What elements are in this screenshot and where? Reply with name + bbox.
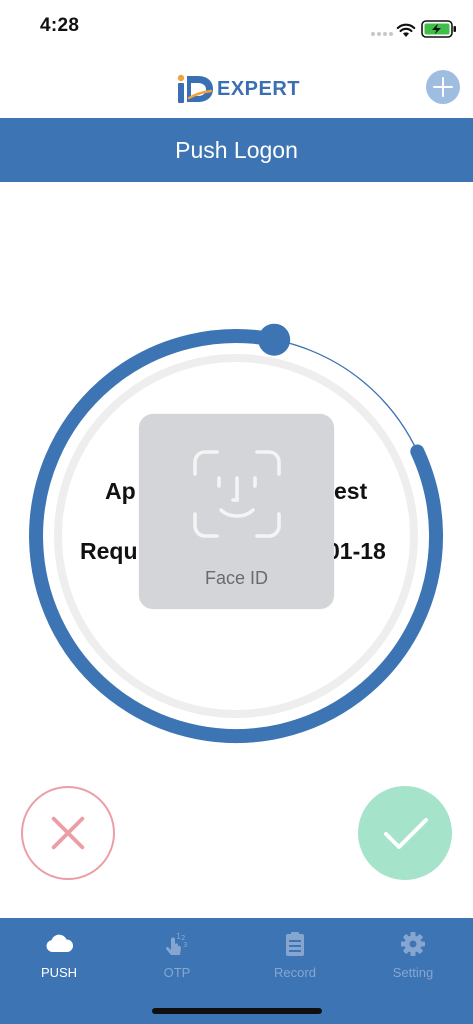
status-bar: 4:28 (0, 0, 473, 54)
title-bar: Push Logon (0, 118, 473, 182)
wifi-icon (396, 23, 416, 37)
signal-dots-icon (371, 32, 393, 36)
tab-record-label: Record (274, 965, 316, 980)
home-indicator (152, 1008, 322, 1014)
faceid-overlay: Face ID (139, 414, 334, 609)
add-button[interactable] (426, 70, 460, 104)
reject-button[interactable] (21, 786, 115, 880)
app-logo: EXPERT (176, 74, 300, 104)
tab-push-label: PUSH (40, 965, 78, 980)
app-header: EXPERT (0, 54, 473, 118)
tab-otp[interactable]: 1 2 3 OTP (118, 918, 236, 988)
logo-text: EXPERT (217, 77, 301, 100)
tab-otp-label: OTP (163, 965, 191, 980)
clipboard-icon (286, 932, 304, 956)
svg-text:3: 3 (183, 941, 187, 949)
gear-icon (401, 932, 425, 956)
id-logo-icon (177, 74, 213, 103)
checkmark-icon (384, 818, 428, 849)
request-app-left: Ap (105, 478, 136, 504)
faceid-label: Face ID (204, 568, 269, 588)
touch-otp-icon: 1 2 3 (165, 932, 187, 955)
tab-record[interactable]: Record (236, 918, 354, 988)
close-icon (51, 816, 85, 850)
tab-setting[interactable]: Setting (354, 918, 472, 988)
page-title: Push Logon (175, 136, 298, 163)
status-time: 4:28 (40, 15, 80, 36)
ring-knob (258, 323, 291, 356)
request-time-left: Requ (80, 538, 138, 564)
tab-push[interactable]: PUSH (0, 918, 118, 988)
battery-charging-icon (421, 20, 456, 38)
cloud-icon (46, 934, 74, 952)
accept-button[interactable] (358, 786, 452, 880)
tab-setting-label: Setting (392, 965, 434, 980)
request-time-right: 01-18 (327, 538, 386, 564)
face-id-icon (193, 450, 281, 538)
request-app-right: est (334, 478, 368, 504)
